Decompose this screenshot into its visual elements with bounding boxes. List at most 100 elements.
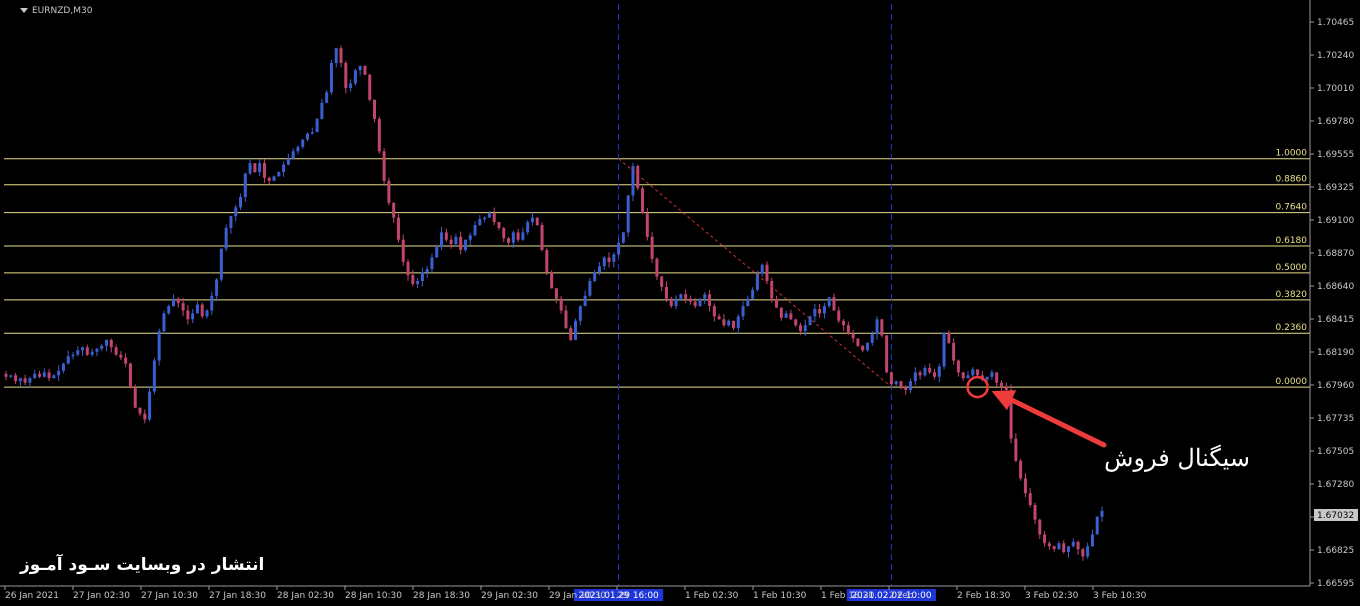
candle-body — [425, 269, 429, 273]
candle-body — [162, 313, 166, 332]
candle-body — [52, 375, 56, 379]
candle-body — [502, 227, 506, 239]
x-tick-label: 28 Jan 02:30 — [277, 591, 334, 601]
candle-body — [4, 373, 8, 377]
candle-body — [952, 342, 956, 361]
candle-body — [842, 320, 846, 326]
triangle-down-icon[interactable] — [20, 8, 28, 13]
candle-body — [904, 387, 908, 391]
candle-body — [789, 313, 793, 320]
candle-body — [526, 222, 530, 233]
candle-body — [1086, 546, 1090, 557]
candle-body — [641, 188, 645, 214]
x-tick-label: 2 Feb — [889, 591, 914, 601]
candle-body — [57, 370, 61, 376]
candle-body — [195, 304, 199, 314]
candle-body — [947, 332, 951, 343]
candle-body — [870, 334, 874, 343]
candle-body — [66, 356, 70, 364]
candle-body — [306, 133, 310, 140]
candle-body — [794, 319, 798, 326]
candle-body — [282, 164, 286, 172]
candle-body — [497, 222, 501, 228]
candle-body — [334, 48, 338, 63]
candle-body — [698, 298, 702, 307]
candle-body — [865, 342, 869, 351]
symbol-timeframe: EURNZD,M30 — [32, 6, 93, 16]
candle-body — [995, 372, 999, 383]
candle-body — [784, 313, 788, 318]
candle-body — [277, 171, 281, 177]
candle-body — [693, 301, 697, 307]
candle-body — [636, 166, 640, 189]
candle-body — [272, 176, 276, 181]
fib-level-label: 1.0000 — [1276, 149, 1308, 159]
candle-body — [401, 239, 405, 262]
candle-body — [942, 332, 946, 367]
fib-level-label: 0.3820 — [1276, 290, 1308, 300]
candle-body — [751, 289, 755, 299]
candle-body — [1019, 460, 1023, 479]
candle-body — [674, 298, 678, 307]
price-chart[interactable]: 1.0000 0.8860 0.7640 0.6180 0.5000 0.3820 0.23… — [0, 0, 1360, 606]
sell-signal-label: سیگنال فروش — [1104, 444, 1250, 472]
watermark-text: انتشار در وبسایت سـود آمـوز — [20, 555, 265, 575]
y-tick-label: 1.68190 — [1317, 348, 1354, 358]
candle-body — [1033, 504, 1037, 520]
candle-body — [420, 272, 424, 282]
candle-body — [588, 281, 592, 296]
candle-body — [535, 217, 539, 226]
candle-body — [286, 158, 290, 165]
candle-body — [478, 219, 482, 226]
candle-body — [172, 298, 176, 307]
candle-body — [344, 62, 348, 88]
candle-body — [621, 232, 625, 243]
candle-body — [684, 294, 688, 299]
fib-level-label: 0.2360 — [1276, 323, 1308, 333]
candle-body — [239, 197, 243, 208]
candle-body — [47, 372, 51, 379]
candle-body — [1066, 546, 1070, 553]
y-tick-label: 1.68870 — [1317, 249, 1354, 259]
y-tick-label: 1.69100 — [1317, 216, 1354, 226]
candle-body — [650, 236, 654, 259]
candle-body — [990, 372, 994, 377]
candle-body — [593, 272, 597, 282]
x-tick-label: 27 Jan 10:30 — [141, 591, 198, 601]
candle-body — [1047, 543, 1051, 547]
x-tick-label: 28 Jan 18:30 — [413, 591, 470, 601]
candle-body — [521, 232, 525, 240]
candle-body — [296, 146, 300, 152]
candle-body — [645, 213, 649, 237]
candle-body — [310, 132, 314, 134]
y-tick-label: 1.67505 — [1317, 447, 1354, 457]
candle-body — [191, 313, 195, 320]
candle-body — [1095, 516, 1099, 535]
candle-body — [703, 294, 707, 299]
x-tick-label: 1 Feb 10:30 — [753, 591, 807, 601]
candle-body — [487, 213, 491, 218]
candle-body — [574, 320, 578, 340]
candle-body — [205, 310, 209, 317]
candle-body — [435, 247, 439, 258]
candle-body — [564, 310, 568, 329]
candle-body — [267, 177, 271, 181]
y-tick-label: 1.67280 — [1317, 480, 1354, 490]
candle-body — [473, 225, 477, 236]
candle-body — [210, 295, 214, 311]
fib-level-label: 0.6180 — [1276, 236, 1308, 246]
candle-body — [736, 316, 740, 329]
candle-body — [976, 369, 980, 376]
chart-title[interactable]: EURNZD,M30 — [20, 6, 92, 16]
candle-body — [176, 298, 180, 304]
fib-level-label: 0.7640 — [1276, 203, 1308, 213]
candle-body — [813, 308, 817, 317]
candle-body — [396, 217, 400, 240]
candle-body — [483, 217, 487, 220]
candle-body — [109, 339, 113, 348]
x-tick-label: 26 Jan 2021 — [5, 591, 59, 601]
candle-body — [200, 304, 204, 317]
y-tick-label: 1.66595 — [1317, 579, 1354, 589]
candle-body — [368, 74, 372, 100]
candle-body — [1014, 438, 1018, 461]
